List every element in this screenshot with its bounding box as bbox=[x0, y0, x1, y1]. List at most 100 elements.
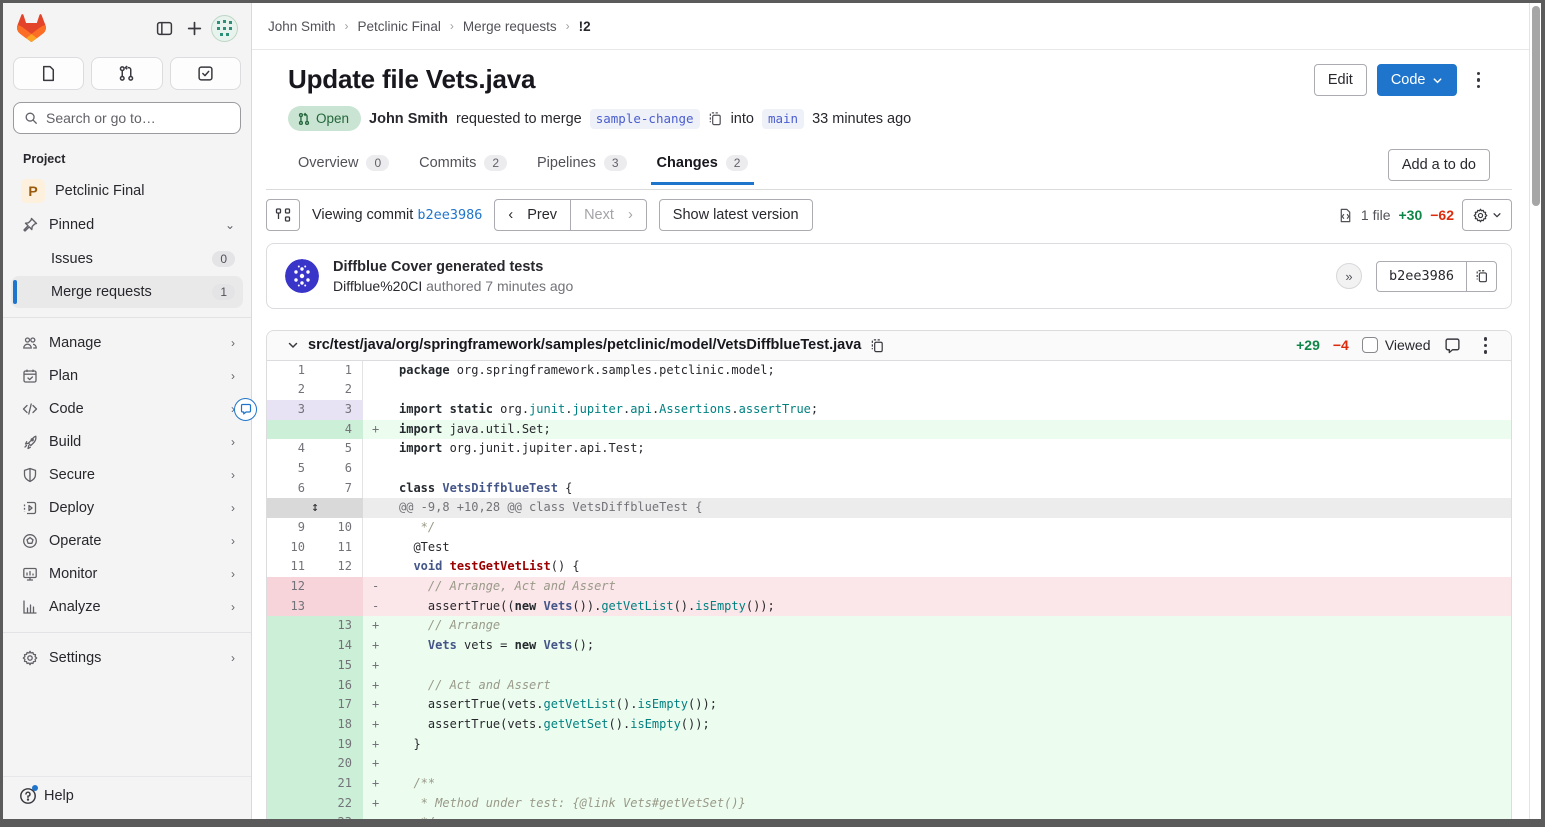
commit-title[interactable]: Diffblue Cover generated tests bbox=[333, 259, 573, 275]
sidebar-item-secure[interactable]: Secure› bbox=[11, 459, 243, 491]
new-line-number[interactable]: 4 bbox=[315, 420, 363, 440]
new-line-number[interactable]: 3 bbox=[315, 400, 363, 420]
sidebar-project-item[interactable]: P Petclinic Final bbox=[11, 175, 243, 207]
old-line-number[interactable] bbox=[267, 794, 315, 814]
old-line-number[interactable] bbox=[267, 695, 315, 715]
old-line-number[interactable] bbox=[267, 774, 315, 794]
sidebar-item-issues[interactable]: Issues0 bbox=[11, 243, 243, 275]
old-line-number[interactable] bbox=[267, 715, 315, 735]
old-line-number[interactable] bbox=[267, 636, 315, 656]
commit-sha-link[interactable]: b2ee3986 bbox=[417, 207, 482, 223]
file-path[interactable]: src/test/java/org/springframework/sample… bbox=[308, 337, 861, 353]
tab-changes[interactable]: Changes2 bbox=[657, 155, 749, 184]
old-line-number[interactable] bbox=[267, 735, 315, 755]
gitlab-logo[interactable] bbox=[17, 14, 46, 42]
old-line-number[interactable] bbox=[267, 656, 315, 676]
new-line-number[interactable]: 22 bbox=[315, 794, 363, 814]
old-line-number[interactable]: 9 bbox=[267, 518, 315, 538]
collapse-file-chevron[interactable] bbox=[287, 339, 299, 351]
old-line-number[interactable]: 6 bbox=[267, 479, 315, 499]
new-line-number[interactable]: 13 bbox=[315, 616, 363, 636]
new-line-number[interactable]: 21 bbox=[315, 774, 363, 794]
diff-settings-button[interactable] bbox=[1462, 199, 1512, 231]
breadcrumb-item[interactable]: Petclinic Final bbox=[358, 19, 441, 34]
new-line-number[interactable]: 5 bbox=[315, 439, 363, 459]
old-line-number[interactable] bbox=[267, 813, 315, 827]
new-line-number[interactable]: 10 bbox=[315, 518, 363, 538]
comment-icon[interactable] bbox=[1444, 337, 1461, 354]
old-line-number[interactable] bbox=[267, 754, 315, 774]
tab-commits[interactable]: Commits2 bbox=[419, 155, 507, 184]
new-line-number[interactable]: 15 bbox=[315, 656, 363, 676]
old-line-number[interactable]: 1 bbox=[267, 361, 315, 381]
new-line-number[interactable]: 23 bbox=[315, 813, 363, 827]
plus-icon[interactable] bbox=[179, 13, 209, 43]
show-latest-version-button[interactable]: Show latest version bbox=[659, 199, 813, 231]
old-line-number[interactable] bbox=[267, 616, 315, 636]
help-button[interactable]: Help bbox=[3, 776, 251, 819]
sidebar-item-monitor[interactable]: Monitor› bbox=[11, 558, 243, 590]
expand-commit-details-button[interactable]: » bbox=[1336, 263, 1362, 289]
mr-author[interactable]: John Smith bbox=[369, 111, 448, 127]
sidebar-item-settings[interactable]: Settings › bbox=[11, 642, 243, 674]
new-line-number[interactable]: 14 bbox=[315, 636, 363, 656]
sidebar-collapse-icon[interactable] bbox=[149, 13, 179, 43]
code-dropdown-button[interactable]: Code bbox=[1377, 64, 1457, 96]
prev-commit-button[interactable]: ‹ Prev bbox=[494, 199, 571, 231]
file-options-kebab[interactable] bbox=[1474, 331, 1498, 360]
copy-sha-button[interactable] bbox=[1466, 262, 1496, 291]
new-line-number[interactable]: 12 bbox=[315, 557, 363, 577]
old-line-number[interactable] bbox=[267, 676, 315, 696]
old-line-number[interactable]: 3 bbox=[267, 400, 315, 420]
search-input[interactable]: Search or go to… bbox=[13, 102, 241, 134]
old-line-number[interactable]: 11 bbox=[267, 557, 315, 577]
sidebar-item-code[interactable]: Code› bbox=[11, 393, 243, 425]
issues-shortcut-button[interactable] bbox=[13, 57, 84, 90]
old-line-number[interactable]: 5 bbox=[267, 459, 315, 479]
new-line-number[interactable]: 1 bbox=[315, 361, 363, 381]
sidebar-item-merge-requests[interactable]: Merge requests1 bbox=[11, 276, 243, 308]
old-line-number[interactable]: 12 bbox=[267, 577, 315, 597]
sidebar-item-plan[interactable]: Plan› bbox=[11, 360, 243, 392]
old-line-number[interactable] bbox=[267, 420, 315, 440]
source-branch-badge[interactable]: sample-change bbox=[590, 109, 700, 129]
scrollbar-thumb[interactable] bbox=[1532, 6, 1540, 206]
merge-requests-shortcut-button[interactable] bbox=[91, 57, 162, 90]
target-branch-badge[interactable]: main bbox=[762, 109, 804, 129]
new-line-number[interactable]: 17 bbox=[315, 695, 363, 715]
sidebar-item-deploy[interactable]: Deploy› bbox=[11, 492, 243, 524]
expand-lines-button[interactable]: ↕ bbox=[267, 498, 363, 518]
sidebar-item-analyze[interactable]: Analyze› bbox=[11, 591, 243, 623]
copy-branch-icon[interactable] bbox=[708, 111, 723, 126]
new-line-number[interactable]: 7 bbox=[315, 479, 363, 499]
comment-indicator[interactable] bbox=[234, 398, 257, 421]
viewed-checkbox[interactable] bbox=[1362, 337, 1378, 353]
tab-overview[interactable]: Overview0 bbox=[298, 155, 389, 184]
sidebar-item-operate[interactable]: Operate› bbox=[11, 525, 243, 557]
file-tree-toggle-button[interactable] bbox=[266, 199, 300, 231]
edit-button[interactable]: Edit bbox=[1314, 64, 1367, 96]
new-line-number[interactable] bbox=[315, 577, 363, 597]
old-line-number[interactable]: 10 bbox=[267, 538, 315, 558]
breadcrumb-item[interactable]: John Smith bbox=[268, 19, 336, 34]
commit-author-name[interactable]: Diffblue%20CI bbox=[333, 278, 422, 294]
new-line-number[interactable]: 18 bbox=[315, 715, 363, 735]
sidebar-item-build[interactable]: Build› bbox=[11, 426, 243, 458]
sidebar-pinned-item[interactable]: Pinned ⌄ bbox=[11, 209, 243, 241]
tab-pipelines[interactable]: Pipelines3 bbox=[537, 155, 627, 184]
page-scrollbar[interactable] bbox=[1529, 3, 1541, 819]
user-avatar[interactable] bbox=[209, 13, 239, 43]
old-line-number[interactable]: 4 bbox=[267, 439, 315, 459]
new-line-number[interactable] bbox=[315, 597, 363, 617]
new-line-number[interactable]: 16 bbox=[315, 676, 363, 696]
copy-file-path-icon[interactable] bbox=[870, 338, 885, 353]
sidebar-item-manage[interactable]: Manage› bbox=[11, 327, 243, 359]
old-line-number[interactable]: 13 bbox=[267, 597, 315, 617]
next-commit-button[interactable]: Next › bbox=[571, 199, 647, 231]
new-line-number[interactable]: 2 bbox=[315, 380, 363, 400]
add-todo-button[interactable]: Add a to do bbox=[1388, 149, 1490, 181]
more-actions-kebab[interactable] bbox=[1467, 66, 1491, 95]
todo-shortcut-button[interactable] bbox=[170, 57, 241, 90]
breadcrumb-item[interactable]: Merge requests bbox=[463, 19, 557, 34]
new-line-number[interactable]: 6 bbox=[315, 459, 363, 479]
